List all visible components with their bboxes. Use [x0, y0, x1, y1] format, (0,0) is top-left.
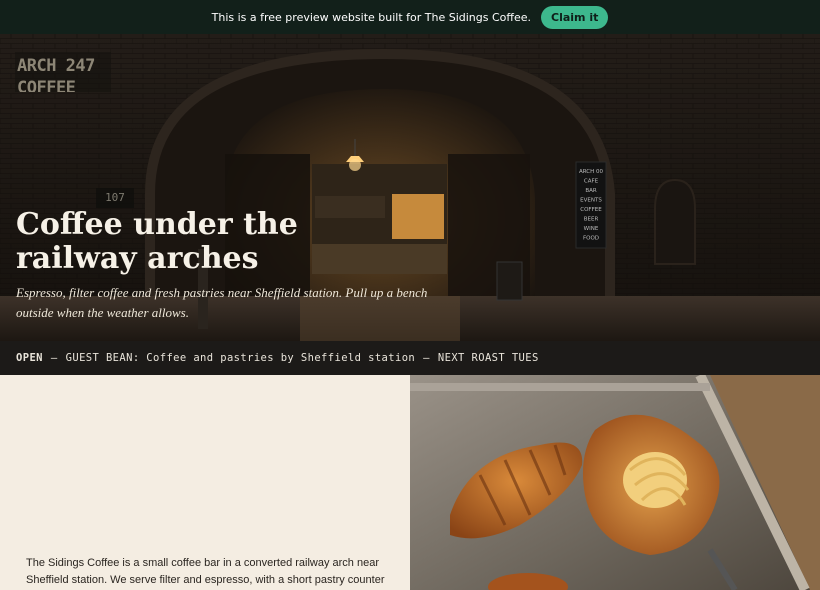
ticker-message: GUEST BEAN: Coffee and pastries by Sheff… — [65, 352, 416, 364]
status-open: OPEN — [16, 352, 43, 364]
pastry-image — [410, 375, 820, 590]
pastry-photo — [410, 375, 820, 590]
menu-board-line: BEER — [584, 217, 599, 223]
menu-board-line: CAFE — [584, 179, 599, 185]
ticker-next-roast: NEXT ROAST TUES — [437, 352, 539, 364]
hero-subtitle: Espresso, filter coffee and fresh pastri… — [16, 285, 428, 320]
hero-title: Coffee under the railway arches — [16, 207, 298, 276]
hero-section: ARCH 00 CAFE BAR EVENTS COFFEE BEER WINE FOOD A… — [0, 34, 820, 341]
ticker-separator: — — [50, 352, 58, 364]
intro-section: The Sidings Coffee is a small coffee bar… — [0, 375, 410, 590]
preview-banner: This is a free preview website built for… — [0, 0, 820, 34]
menu-board-line: COFFEE — [580, 207, 602, 213]
intro-paragraph: The Sidings Coffee is a small coffee bar… — [26, 557, 385, 586]
menu-board-line: ARCH 00 — [579, 169, 604, 175]
arch-sign-logo: ARCH 247 COFFEE — [15, 52, 111, 92]
menu-board-line: BAR — [585, 188, 597, 194]
ticker-separator: — — [423, 352, 430, 364]
menu-board-line: EVENTS — [580, 198, 602, 204]
arch-number-plate: 107 — [96, 188, 134, 208]
announcement-ticker: OPEN — GUEST BEAN: Coffee and pastries b… — [0, 341, 820, 375]
claim-button[interactable]: Claim it — [541, 5, 609, 29]
menu-board-line: FOOD — [583, 236, 599, 242]
preview-banner-text: This is a free preview website built for… — [211, 10, 532, 24]
menu-board-line: WINE — [584, 226, 599, 232]
